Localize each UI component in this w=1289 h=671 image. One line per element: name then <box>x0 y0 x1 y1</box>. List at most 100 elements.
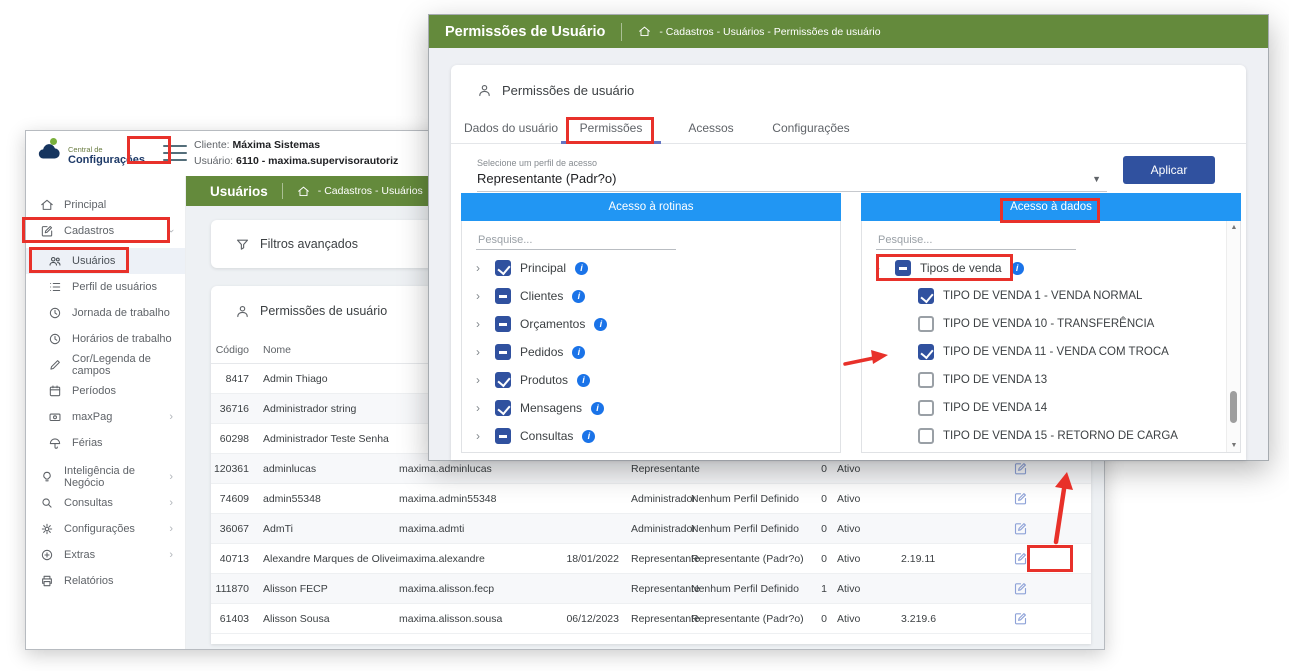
checkbox[interactable] <box>495 400 511 416</box>
chevron-down-icon[interactable]: › <box>876 261 886 275</box>
table-row[interactable]: 61403Alisson Sousamaxima.alisson.sousa06… <box>211 604 1091 634</box>
section-title-row: Permissões de usuário <box>451 65 1246 98</box>
info-icon[interactable] <box>1011 262 1024 275</box>
scroll-down-icon[interactable]: ▼ <box>1227 442 1241 449</box>
sidebar-item-relatorios[interactable]: Relatórios <box>26 568 185 594</box>
tree-item-produtos[interactable]: ›Produtos <box>462 366 840 394</box>
sidebar-item-usuarios[interactable]: Usuários <box>26 248 185 274</box>
checkbox[interactable] <box>918 400 934 416</box>
cloud-logo-icon <box>36 139 62 170</box>
info-icon[interactable] <box>575 262 588 275</box>
tab-configuracoes[interactable]: Configurações <box>761 112 861 143</box>
tree-item-clientes[interactable]: ›Clientes <box>462 282 840 310</box>
routines-tree: ›Principal ›Clientes ›Orçamentos ›Pedido… <box>462 254 840 450</box>
table-row[interactable]: 111870Alisson FECPmaxima.alisson.fecpRep… <box>211 574 1091 604</box>
tree-group-tipos-de-venda[interactable]: ›Tipos de venda <box>862 254 1240 282</box>
tree-item-tipo-venda-11[interactable]: TIPO DE VENDA 11 - VENDA COM TROCA <box>862 338 1240 366</box>
chevron-right-icon[interactable]: › <box>476 317 486 331</box>
tree-item-consultas[interactable]: ›Consultas <box>462 422 840 450</box>
home-icon[interactable] <box>297 185 310 198</box>
chevron-right-icon[interactable]: › <box>476 429 486 443</box>
checkbox[interactable] <box>895 260 911 276</box>
menu-toggle-icon[interactable] <box>163 145 187 166</box>
sidebar-item-ferias[interactable]: Férias <box>26 430 185 456</box>
sidebar: Principal Cadastros› Usuários Perfil de … <box>26 176 186 649</box>
tab-acessos[interactable]: Acessos <box>661 112 761 143</box>
checkbox[interactable] <box>918 372 934 388</box>
edit-user-button[interactable] <box>1013 611 1028 626</box>
tree-item-pedidos[interactable]: ›Pedidos <box>462 338 840 366</box>
info-icon[interactable] <box>582 430 595 443</box>
sidebar-item-perfil-de-usuarios[interactable]: Perfil de usuários <box>26 274 185 300</box>
routines-panel-header: Acesso à rotinas <box>461 193 841 221</box>
user-permissions-window: Permissões de Usuário - Cadastros - Usuá… <box>428 14 1269 461</box>
sidebar-item-maxpag[interactable]: maxPag› <box>26 404 185 430</box>
sidebar-item-cadastros[interactable]: Cadastros› <box>26 218 185 244</box>
page-title: Usuários <box>210 184 268 199</box>
checkbox[interactable] <box>495 428 511 444</box>
data-search-input[interactable] <box>876 231 1076 250</box>
scroll-thumb[interactable] <box>1230 391 1237 423</box>
info-icon[interactable] <box>572 290 585 303</box>
sidebar-item-inteligencia[interactable]: Inteligência de Negócio› <box>26 464 185 490</box>
edit-user-button[interactable] <box>1013 521 1028 536</box>
checkbox[interactable] <box>918 344 934 360</box>
edit-user-button-highlighted[interactable] <box>1013 551 1028 566</box>
person-icon <box>477 83 492 98</box>
tree-item-mensagens[interactable]: ›Mensagens <box>462 394 840 422</box>
table-row[interactable]: 36067AdmTimaxima.admtiAdministradorNenhu… <box>211 514 1091 544</box>
chevron-right-icon[interactable]: › <box>476 345 486 359</box>
tree-item-principal[interactable]: ›Principal <box>462 254 840 282</box>
chevron-right-icon[interactable]: › <box>476 289 486 303</box>
chevron-right-icon[interactable]: › <box>476 261 486 275</box>
checkbox[interactable] <box>495 344 511 360</box>
edit-user-button[interactable] <box>1013 491 1028 506</box>
chevron-right-icon[interactable]: › <box>476 373 486 387</box>
tree-item-tipo-venda-13[interactable]: TIPO DE VENDA 13 <box>862 366 1240 394</box>
checkbox[interactable] <box>495 372 511 388</box>
logo-line2: Configurações <box>68 155 145 166</box>
chevron-right-icon[interactable]: › <box>476 401 486 415</box>
tree-item-orcamentos[interactable]: ›Orçamentos <box>462 310 840 338</box>
sidebar-item-cor-legenda[interactable]: Cor/Legenda de campos <box>26 352 185 378</box>
tree-item-tipo-venda-15[interactable]: TIPO DE VENDA 15 - RETORNO DE CARGA <box>862 422 1240 450</box>
person-icon <box>235 304 250 319</box>
table-row-alexandre[interactable]: 40713Alexandre Marques de Oliveiramaxima… <box>211 544 1091 574</box>
sidebar-item-principal[interactable]: Principal <box>26 192 185 218</box>
access-panels: Acesso à rotinas ›Principal ›Clientes ›O… <box>461 193 1241 453</box>
tree-item-tipo-venda-14[interactable]: TIPO DE VENDA 14 <box>862 394 1240 422</box>
checkbox[interactable] <box>918 316 934 332</box>
info-icon[interactable] <box>577 374 590 387</box>
table-row[interactable]: 74609admin55348maxima.admin55348Administ… <box>211 484 1091 514</box>
session-info: Cliente: Máxima Sistemas Usuário: 6110 -… <box>194 137 398 169</box>
edit-user-button[interactable] <box>1013 461 1028 476</box>
col-nome: Nome <box>249 344 399 356</box>
checkbox[interactable] <box>918 288 934 304</box>
apply-button[interactable]: Aplicar <box>1123 156 1215 184</box>
profile-select[interactable]: Representante (Padr?o) ▼ <box>477 168 1107 192</box>
tree-item-tipo-venda-1[interactable]: TIPO DE VENDA 1 - VENDA NORMAL <box>862 282 1240 310</box>
chevron-down-icon: › <box>165 229 177 233</box>
sidebar-item-periodos[interactable]: Períodos <box>26 378 185 404</box>
scrollbar[interactable]: ▲ ▼ <box>1226 221 1240 452</box>
info-icon[interactable] <box>591 402 604 415</box>
edit-user-button[interactable] <box>1013 581 1028 596</box>
checkbox[interactable] <box>495 316 511 332</box>
checkbox[interactable] <box>495 260 511 276</box>
tab-permissoes[interactable]: Permissões <box>561 112 661 143</box>
sidebar-item-jornada-de-trabalho[interactable]: Jornada de trabalho <box>26 300 185 326</box>
scroll-up-icon[interactable]: ▲ <box>1227 224 1241 231</box>
sidebar-item-configuracoes[interactable]: Configurações› <box>26 516 185 542</box>
checkbox[interactable] <box>495 288 511 304</box>
routines-search-input[interactable] <box>476 231 676 250</box>
tab-dados-do-usuario[interactable]: Dados do usuário <box>461 112 561 143</box>
tree-item-tipo-venda-10[interactable]: TIPO DE VENDA 10 - TRANSFERÊNCIA <box>862 310 1240 338</box>
data-panel: Acesso à dados ›Tipos de venda TIPO DE V… <box>861 193 1241 453</box>
info-icon[interactable] <box>594 318 607 331</box>
sidebar-item-consultas[interactable]: Consultas› <box>26 490 185 516</box>
info-icon[interactable] <box>572 346 585 359</box>
sidebar-item-extras[interactable]: Extras› <box>26 542 185 568</box>
sidebar-item-horarios-de-trabalho[interactable]: Horários de trabalho <box>26 326 185 352</box>
home-icon[interactable] <box>638 25 651 38</box>
checkbox[interactable] <box>918 428 934 444</box>
